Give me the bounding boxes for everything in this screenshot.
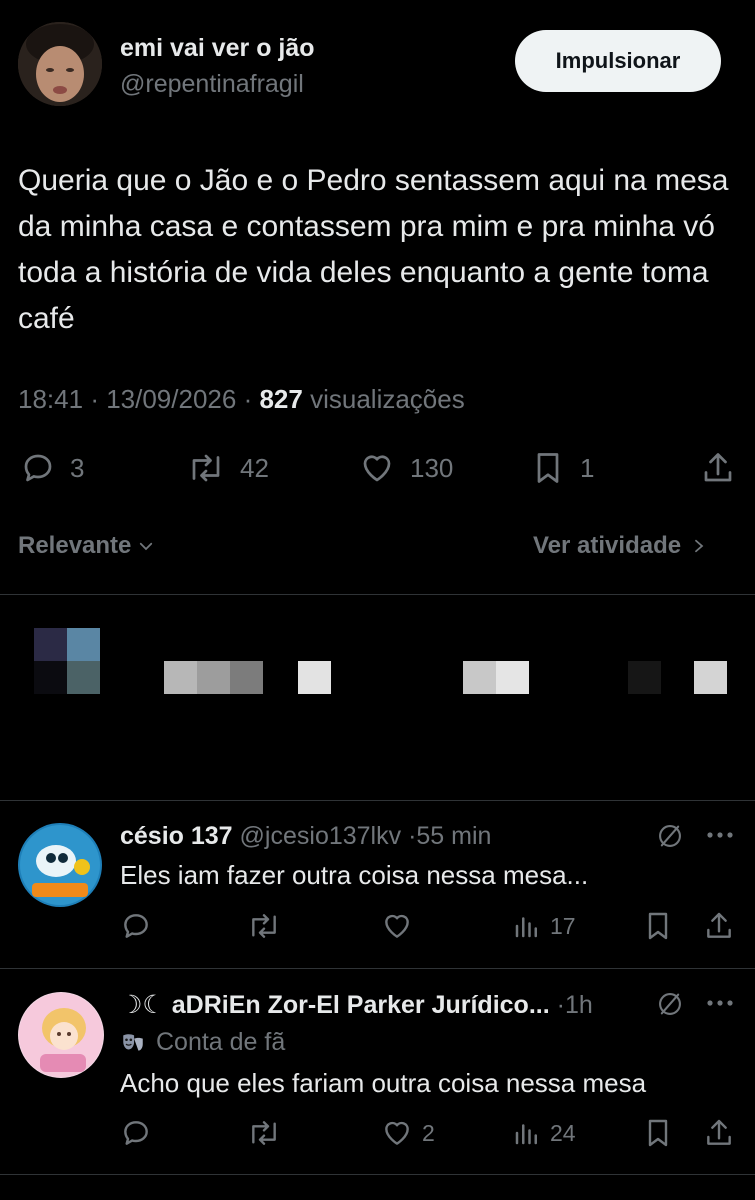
boost-button[interactable]: Impulsionar [515, 30, 721, 92]
divider [0, 968, 755, 969]
repost-action[interactable]: 42 [186, 450, 269, 486]
sort-dropdown[interactable]: Relevante [18, 532, 155, 560]
reply-time[interactable]: 1h [565, 991, 593, 1019]
share-icon[interactable] [703, 910, 735, 942]
more-icon[interactable] [706, 998, 734, 1008]
reply-author-name[interactable]: césio 137 [120, 822, 233, 850]
fan-account-label: Conta de fã [156, 1028, 286, 1056]
like-action[interactable]: 130 [358, 450, 453, 486]
more-icon[interactable] [706, 830, 734, 840]
divider [0, 800, 755, 801]
theater-mask-icon [120, 1030, 146, 1056]
reply-avatar[interactable] [18, 823, 102, 907]
sort-label: Relevante [18, 532, 132, 559]
meta-separator: · [243, 384, 260, 414]
post-meta: 18:41 · 13/09/2026 · 827 visualizações [18, 384, 465, 415]
heart-icon [380, 1117, 414, 1149]
fan-account-badge[interactable]: Conta de fã [120, 1028, 285, 1057]
share-icon[interactable] [703, 1117, 735, 1149]
reply-count: 3 [70, 452, 85, 483]
bookmark-count: 1 [580, 452, 595, 483]
views-label: visualizações [310, 384, 465, 414]
reply-time[interactable]: 55 min [416, 822, 491, 850]
grok-icon[interactable] [656, 822, 684, 850]
repost-count: 42 [240, 452, 269, 483]
heart-icon [358, 450, 396, 486]
reply-header: césio 137 @jcesio137lkv ·55 min [120, 822, 491, 851]
bookmark-icon [530, 450, 566, 486]
author-name[interactable]: emi vai ver o jão [120, 34, 315, 63]
post-text: Queria que o Jão e o Pedro sentassem aqu… [18, 164, 729, 335]
author-avatar[interactable] [18, 22, 102, 106]
share-icon[interactable] [700, 450, 736, 486]
reply-avatar-image [18, 992, 104, 1078]
reply-icon[interactable] [120, 1117, 152, 1149]
heart-icon [380, 910, 414, 942]
analytics-icon [512, 910, 542, 942]
reply-header: ☽☾ aDRiEn Zor-El Parker Jurídico... ·1h [120, 990, 593, 1020]
author-handle[interactable]: @repentinafragil [120, 70, 304, 99]
view-activity-label: Ver atividade [533, 532, 682, 559]
chevron-right-icon [691, 537, 707, 555]
reply-icon [20, 450, 56, 486]
post-date[interactable]: 13/09/2026 [106, 384, 236, 414]
reply-avatar[interactable] [18, 992, 104, 1078]
pixelated-content [0, 595, 755, 800]
bookmark-icon[interactable] [642, 1117, 674, 1149]
repost-icon[interactable] [246, 910, 282, 942]
grok-icon[interactable] [656, 990, 684, 1018]
repost-icon [186, 450, 226, 486]
views-count: 827 [259, 384, 303, 414]
meta-separator: · [556, 991, 565, 1019]
repost-icon[interactable] [246, 1117, 282, 1149]
views-count: 17 [550, 912, 576, 939]
bookmark-action[interactable]: 1 [530, 450, 594, 486]
reply-author-name[interactable]: ☽☾ aDRiEn Zor-El Parker Jurídico... [120, 991, 550, 1019]
reply-action[interactable]: 3 [20, 450, 84, 486]
like-count: 2 [422, 1119, 435, 1146]
views-count: 24 [550, 1119, 576, 1146]
reply-text: Acho que eles fariam outra coisa nessa m… [120, 1068, 647, 1098]
reply-avatar-image [18, 823, 102, 907]
reply-text: Eles iam fazer outra coisa nessa mesa... [120, 860, 589, 890]
views-action[interactable]: 17 [512, 910, 576, 942]
divider [0, 1174, 755, 1175]
view-activity-link[interactable]: Ver atividade [533, 532, 707, 560]
author-avatar-image [18, 22, 102, 106]
analytics-icon [512, 1117, 542, 1149]
reply-icon[interactable] [120, 910, 152, 942]
like-action[interactable] [380, 910, 422, 942]
views-action[interactable]: 24 [512, 1117, 576, 1149]
post-time: 18:41 [18, 384, 84, 414]
chevron-down-icon [137, 537, 155, 555]
reply-author-handle[interactable]: @jcesio137lkv [240, 822, 402, 850]
meta-separator: · [90, 384, 107, 414]
bookmark-icon[interactable] [642, 910, 674, 942]
like-action[interactable]: 2 [380, 1117, 435, 1149]
like-count: 130 [410, 452, 454, 483]
